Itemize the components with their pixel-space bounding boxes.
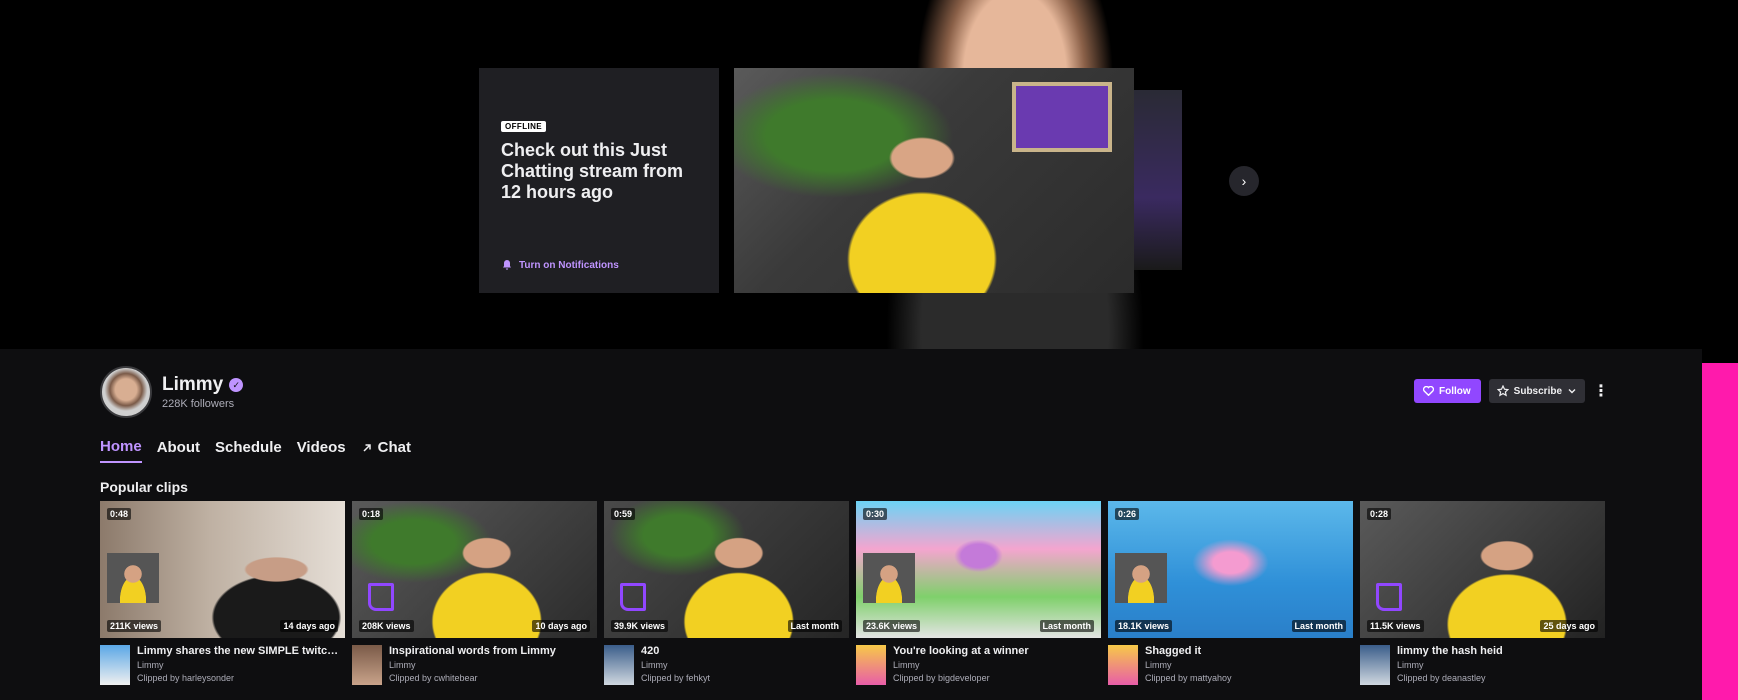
clip-clipped-by: Clipped by mattyahoy <box>1145 673 1232 683</box>
webcam-overlay-image <box>107 553 159 603</box>
clip-thumbnail[interactable]: 0:59 39.9K views Last month <box>604 501 849 638</box>
twitch-logo-icon <box>368 583 394 611</box>
clip-views: 211K views <box>107 620 162 632</box>
follow-button[interactable]: Follow <box>1414 379 1481 403</box>
follow-label: Follow <box>1439 385 1471 397</box>
clip-thumbnail[interactable]: 0:26 18.1K views Last month <box>1108 501 1353 638</box>
clip-duration: 0:30 <box>863 508 888 520</box>
game-box-art[interactable] <box>1360 645 1390 685</box>
clip-age: 25 days ago <box>1540 620 1598 632</box>
clip-channel[interactable]: Limmy <box>893 660 1099 670</box>
star-icon <box>1496 385 1509 397</box>
clip-title[interactable]: limmy the hash heid <box>1397 645 1603 657</box>
webcam-overlay-image <box>1115 553 1167 603</box>
clip-age: Last month <box>1291 620 1346 632</box>
clip-duration: 0:28 <box>1367 508 1392 520</box>
followers-count: 228K followers <box>162 398 235 410</box>
clip-title[interactable]: Shagged it <box>1145 645 1351 657</box>
clip-duration: 0:26 <box>1115 508 1140 520</box>
verified-icon: ✓ <box>229 378 244 392</box>
clip-age: Last month <box>1039 620 1094 632</box>
side-panel-edge <box>1702 363 1738 700</box>
clip-channel[interactable]: Limmy <box>1145 660 1351 670</box>
clip-clipped-by: Clipped by bigdeveloper <box>893 673 990 683</box>
turn-on-notifications-button[interactable]: Turn on Notifications <box>501 259 619 271</box>
tab-videos[interactable]: Videos <box>297 438 346 463</box>
clip-card[interactable]: 0:48 211K views 14 days ago Limmy shares… <box>100 501 345 685</box>
clip-card[interactable]: 0:28 11.5K views 25 days ago limmy the h… <box>1360 501 1605 685</box>
subscribe-button[interactable]: Subscribe <box>1488 379 1586 403</box>
channel-tabs: Home About Schedule Videos Chat <box>100 438 411 463</box>
clip-duration: 0:48 <box>107 508 132 520</box>
avatar[interactable] <box>100 366 152 418</box>
clip-thumbnail[interactable]: 0:18 208K views 10 days ago <box>352 501 597 638</box>
clip-views: 208K views <box>359 620 414 632</box>
tab-schedule[interactable]: Schedule <box>215 438 282 463</box>
clip-thumbnail[interactable]: 0:48 211K views 14 days ago <box>100 501 345 638</box>
chevron-right-icon: › <box>1241 173 1247 189</box>
game-box-art[interactable] <box>352 645 382 685</box>
clip-title[interactable]: Limmy shares the new SIMPLE twitch BA... <box>137 645 343 657</box>
more-vertical-icon: ⋮ <box>1593 383 1610 400</box>
wall-frame-image <box>1012 82 1112 152</box>
hero-title: Check out this Just Chatting stream from… <box>501 140 684 202</box>
clip-card[interactable]: 0:26 18.1K views Last month Shagged it L… <box>1108 501 1353 685</box>
clip-views: 18.1K views <box>1115 620 1173 632</box>
twitch-logo-icon <box>620 583 646 611</box>
clip-title[interactable]: 420 <box>641 645 847 657</box>
heart-icon <box>1423 386 1434 396</box>
clip-channel[interactable]: Limmy <box>389 660 595 670</box>
game-box-art[interactable] <box>1108 645 1138 685</box>
clip-views: 39.9K views <box>611 620 669 632</box>
chevron-down-icon <box>1568 389 1576 394</box>
hero-carousel: OFFLINE Check out this Just Chatting str… <box>0 0 1702 349</box>
tab-about[interactable]: About <box>157 438 200 463</box>
clip-channel[interactable]: Limmy <box>137 660 343 670</box>
bell-icon <box>503 260 511 270</box>
clip-age: Last month <box>787 620 842 632</box>
clip-title[interactable]: Inspirational words from Limmy <box>389 645 595 657</box>
hero-info-card: OFFLINE Check out this Just Chatting str… <box>479 68 719 293</box>
channel-header: Limmy ✓ 228K followers <box>100 366 244 418</box>
more-options-button[interactable]: ⋮ <box>1593 379 1609 403</box>
channel-info: Limmy ✓ 228K followers <box>162 374 244 410</box>
game-box-art[interactable] <box>856 645 886 685</box>
popular-clips-title: Popular clips <box>100 479 188 495</box>
tab-home[interactable]: Home <box>100 438 142 463</box>
tab-chat-label: Chat <box>377 439 411 456</box>
clip-card[interactable]: 0:59 39.9K views Last month 420 Limmy Cl… <box>604 501 849 685</box>
game-box-art[interactable] <box>100 645 130 685</box>
clip-channel[interactable]: Limmy <box>641 660 847 670</box>
twitch-logo-icon <box>1376 583 1402 611</box>
external-arrow-icon <box>363 443 371 452</box>
clip-card[interactable]: 0:30 23.6K views Last month You're looki… <box>856 501 1101 685</box>
clip-clipped-by: Clipped by cwhitebear <box>389 673 478 683</box>
clip-clipped-by: Clipped by deanastley <box>1397 673 1486 683</box>
channel-main: Limmy ✓ 228K followers Follow Subscribe … <box>0 349 1702 700</box>
clip-duration: 0:59 <box>611 508 636 520</box>
clip-duration: 0:18 <box>359 508 384 520</box>
clip-clipped-by: Clipped by harleysonder <box>137 673 235 683</box>
carousel-next-button[interactable]: › <box>1229 166 1259 196</box>
clip-views: 23.6K views <box>863 620 921 632</box>
webcam-overlay-image <box>863 553 915 603</box>
clip-channel[interactable]: Limmy <box>1397 660 1603 670</box>
hero-video-player[interactable] <box>734 68 1134 293</box>
clip-thumbnail[interactable]: 0:28 11.5K views 25 days ago <box>1360 501 1605 638</box>
popular-clips-list: 0:48 211K views 14 days ago Limmy shares… <box>100 501 1605 685</box>
subscribe-label: Subscribe <box>1513 385 1563 397</box>
clip-clipped-by: Clipped by fehkyt <box>641 673 711 683</box>
clip-age: 14 days ago <box>280 620 338 632</box>
channel-name: Limmy <box>162 374 224 395</box>
clip-card[interactable]: 0:18 208K views 10 days ago Inspirationa… <box>352 501 597 685</box>
game-box-art[interactable] <box>604 645 634 685</box>
offline-badge: OFFLINE <box>501 121 547 132</box>
clip-thumbnail[interactable]: 0:30 23.6K views Last month <box>856 501 1101 638</box>
clip-views: 11.5K views <box>1367 620 1424 632</box>
tab-chat[interactable]: Chat <box>361 438 411 463</box>
clip-age: 10 days ago <box>532 620 590 632</box>
turn-on-notifications-label: Turn on Notifications <box>519 259 619 271</box>
clip-title[interactable]: You're looking at a winner <box>893 645 1099 657</box>
channel-actions: Follow Subscribe ⋮ <box>1414 379 1609 403</box>
